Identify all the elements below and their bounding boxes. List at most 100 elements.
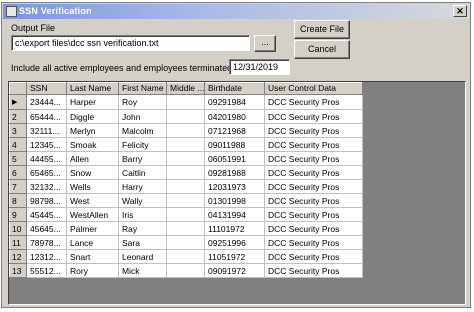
table-row[interactable]: 13 55512... Rory Mick 09091972 DCC Security P… xyxy=(9,263,363,278)
first-name-cell[interactable]: Sara xyxy=(118,235,167,250)
row-header[interactable]: 8 xyxy=(9,193,27,208)
table-row[interactable]: 12 12312... Snart Leonard 11051972 DCC Securi… xyxy=(9,249,363,264)
row-header[interactable]: 3 xyxy=(9,123,27,138)
last-name-cell[interactable]: Allen xyxy=(66,151,119,166)
last-name-cell[interactable]: Snow xyxy=(66,165,119,180)
row-header[interactable]: 12 xyxy=(9,249,27,264)
middle-cell[interactable] xyxy=(166,207,205,222)
last-name-cell[interactable]: Smoak xyxy=(66,137,119,152)
middle-cell[interactable] xyxy=(166,94,205,110)
table-row[interactable]: 9 45445... WestAllen Iris 04131994 DCC Securi… xyxy=(9,207,363,222)
user-control-data-cell[interactable]: DCC Security Pros xyxy=(264,221,363,236)
first-name-cell[interactable]: Felicity xyxy=(118,137,167,152)
user-control-data-cell[interactable]: DCC Security Pros xyxy=(264,193,363,208)
user-control-data-cell[interactable]: DCC Security Pros xyxy=(264,179,363,194)
ssn-cell[interactable]: 65444... xyxy=(26,109,67,124)
ssn-cell[interactable]: 23444... xyxy=(26,94,67,110)
birthdate-cell[interactable]: 01301998 xyxy=(204,193,265,208)
row-header[interactable]: 11 xyxy=(9,235,27,250)
row-header[interactable]: 13 xyxy=(9,263,27,278)
terminated-after-date-input[interactable]: 12/31/2019 xyxy=(229,59,290,75)
row-header[interactable]: 5 xyxy=(9,151,27,166)
ssn-cell[interactable]: 55512... xyxy=(26,263,67,278)
middle-cell[interactable] xyxy=(166,263,205,278)
birthdate-cell[interactable]: 09011988 xyxy=(204,137,265,152)
first-name-cell[interactable]: Caitlin xyxy=(118,165,167,180)
ssn-cell[interactable]: 45645... xyxy=(26,221,67,236)
table-row[interactable]: 11 78978... Lance Sara 09251996 DCC Security … xyxy=(9,235,363,250)
birthdate-cell[interactable]: 04131994 xyxy=(204,207,265,222)
column-header-first-name[interactable]: First Name xyxy=(118,82,167,95)
user-control-data-cell[interactable]: DCC Security Pros xyxy=(264,123,363,138)
user-control-data-cell[interactable]: DCC Security Pros xyxy=(264,151,363,166)
table-row[interactable]: 10 45645... Palmer Ray 11101972 DCC Security … xyxy=(9,221,363,236)
ssn-cell[interactable]: 32132... xyxy=(26,179,67,194)
table-row[interactable]: 7 32132... Wells Harry 12031973 DCC Security … xyxy=(9,179,363,194)
first-name-cell[interactable]: Mick xyxy=(118,263,167,278)
row-header[interactable]: 2 xyxy=(9,109,27,124)
user-control-data-cell[interactable]: DCC Security Pros xyxy=(264,94,363,110)
birthdate-cell[interactable]: 04201980 xyxy=(204,109,265,124)
middle-cell[interactable] xyxy=(166,137,205,152)
middle-cell[interactable] xyxy=(166,249,205,264)
last-name-cell[interactable]: Snart xyxy=(66,249,119,264)
birthdate-cell[interactable]: 09291984 xyxy=(204,94,265,110)
row-header[interactable]: 10 xyxy=(9,221,27,236)
first-name-cell[interactable]: Leonard xyxy=(118,249,167,264)
last-name-cell[interactable]: Harper xyxy=(66,94,119,110)
row-header[interactable]: 7 xyxy=(9,179,27,194)
birthdate-cell[interactable]: 11101972 xyxy=(204,221,265,236)
user-control-data-cell[interactable]: DCC Security Pros xyxy=(264,165,363,180)
close-button[interactable]: ✕ xyxy=(453,5,467,17)
middle-cell[interactable] xyxy=(166,151,205,166)
column-header-last-name[interactable]: Last Name xyxy=(66,82,119,95)
ssn-cell[interactable]: 45445... xyxy=(26,207,67,222)
last-name-cell[interactable]: West xyxy=(66,193,119,208)
last-name-cell[interactable]: WestAllen xyxy=(66,207,119,222)
ssn-cell[interactable]: 78978... xyxy=(26,235,67,250)
middle-cell[interactable] xyxy=(166,109,205,124)
first-name-cell[interactable]: Roy xyxy=(118,94,167,110)
user-control-data-cell[interactable]: DCC Security Pros xyxy=(264,249,363,264)
last-name-cell[interactable]: Palmer xyxy=(66,221,119,236)
user-control-data-cell[interactable]: DCC Security Pros xyxy=(264,235,363,250)
ssn-cell[interactable]: 12312... xyxy=(26,249,67,264)
first-name-cell[interactable]: Ray xyxy=(118,221,167,236)
birthdate-cell[interactable]: 11051972 xyxy=(204,249,265,264)
birthdate-cell[interactable]: 06051991 xyxy=(204,151,265,166)
user-control-data-cell[interactable]: DCC Security Pros xyxy=(264,109,363,124)
ssn-cell[interactable]: 12345... xyxy=(26,137,67,152)
row-header[interactable]: 9 xyxy=(9,207,27,222)
user-control-data-cell[interactable]: DCC Security Pros xyxy=(264,263,363,278)
middle-cell[interactable] xyxy=(166,123,205,138)
table-row[interactable]: ▶ 23444... Harper Roy 09291984 DCC Security P… xyxy=(9,94,363,110)
first-name-cell[interactable]: Barry xyxy=(118,151,167,166)
column-header-ssn[interactable]: SSN xyxy=(26,82,67,95)
user-control-data-cell[interactable]: DCC Security Pros xyxy=(264,137,363,152)
output-file-path-input[interactable]: c:\export files\dcc ssn verification.txt xyxy=(11,35,250,51)
ssn-cell[interactable]: 44455... xyxy=(26,151,67,166)
birthdate-cell[interactable]: 09251996 xyxy=(204,235,265,250)
column-header-user-control-data[interactable]: User Control Data xyxy=(264,82,363,95)
birthdate-cell[interactable]: 09281988 xyxy=(204,165,265,180)
last-name-cell[interactable]: Merlyn xyxy=(66,123,119,138)
row-header[interactable]: 4 xyxy=(9,137,27,152)
table-row[interactable]: 5 44455... Allen Barry 06051991 DCC Security … xyxy=(9,151,363,166)
column-header-middle[interactable]: Middle ... xyxy=(166,82,205,95)
last-name-cell[interactable]: Diggle xyxy=(66,109,119,124)
birthdate-cell[interactable]: 09091972 xyxy=(204,263,265,278)
last-name-cell[interactable]: Rory xyxy=(66,263,119,278)
cancel-button[interactable]: Cancel xyxy=(294,40,350,59)
column-header-birthdate[interactable]: Birthdate xyxy=(204,82,265,95)
middle-cell[interactable] xyxy=(166,193,205,208)
last-name-cell[interactable]: Wells xyxy=(66,179,119,194)
ssn-cell[interactable]: 32111... xyxy=(26,123,67,138)
first-name-cell[interactable]: Iris xyxy=(118,207,167,222)
first-name-cell[interactable]: Malcolm xyxy=(118,123,167,138)
employee-grid[interactable]: SSN Last Name First Name Middle ... Birt… xyxy=(8,81,466,305)
ssn-cell[interactable]: 98798... xyxy=(26,193,67,208)
row-header[interactable]: ▶ xyxy=(9,94,27,110)
title-bar[interactable]: SSN Verification ✕ xyxy=(3,4,469,19)
middle-cell[interactable] xyxy=(166,165,205,180)
browse-button[interactable]: ... xyxy=(254,35,276,52)
